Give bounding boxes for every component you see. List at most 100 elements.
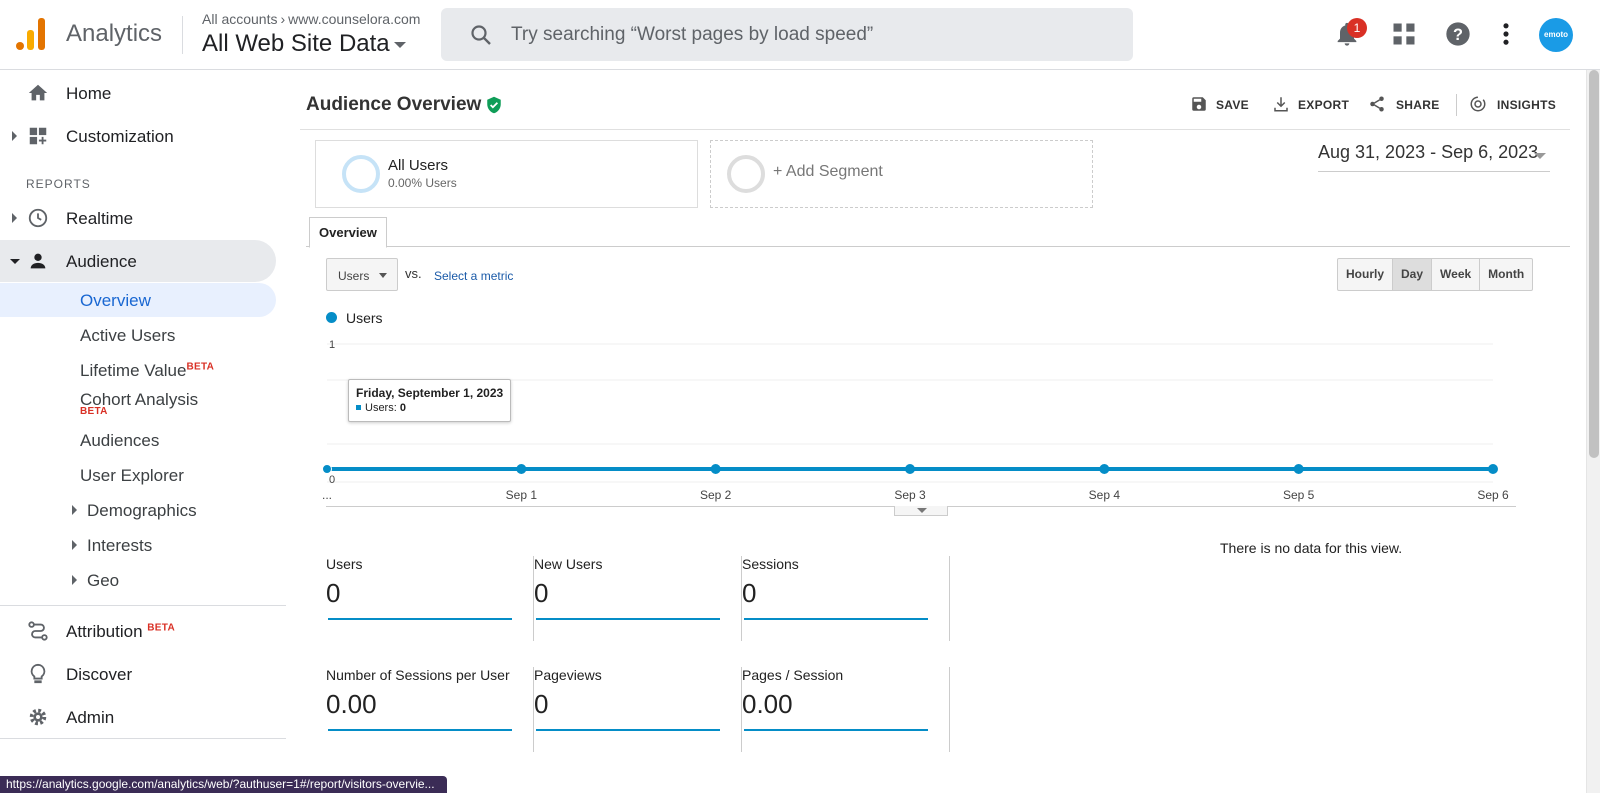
tab-bar: Overview	[306, 215, 1570, 248]
caret-down-icon	[379, 273, 387, 278]
sidebar-item-label: Geo	[87, 571, 120, 590]
search-input[interactable]	[511, 20, 1111, 50]
tooltip-swatch	[356, 405, 361, 410]
sidebar-item-user-explorer[interactable]: User Explorer	[0, 458, 276, 492]
more-vert-icon[interactable]	[1492, 20, 1520, 48]
granularity-hourly[interactable]: Hourly	[1338, 259, 1392, 290]
breadcrumb-all-accounts[interactable]: All accounts	[202, 11, 277, 27]
reports-section-label: REPORTS	[26, 177, 91, 191]
search-bar[interactable]	[441, 8, 1133, 61]
add-segment-label: + Add Segment	[773, 163, 883, 180]
legend-label: Users	[346, 310, 383, 326]
beta-badge: BETA	[147, 622, 175, 634]
expand-arrow-icon[interactable]	[72, 505, 77, 515]
sidebar-item-audiences[interactable]: Audiences	[0, 423, 276, 457]
date-range-picker[interactable]: Aug 31, 2023 - Sep 6, 2023	[1318, 142, 1550, 172]
person-icon	[30, 253, 46, 269]
segment-percentage: 0.00% Users	[388, 176, 457, 190]
sidebar-item-active-users[interactable]: Active Users	[0, 318, 276, 352]
scrollbar-thumb[interactable]	[1589, 70, 1599, 458]
chart-tooltip: Friday, September 1, 2023 Users: 0	[348, 379, 511, 422]
users-line-chart[interactable]: 1 0... Sep 1 Sep 2 Sep 3 Sep 4 Sep 5 Sep 6	[320, 332, 1530, 512]
kpi-card[interactable]: Sessions 0	[742, 556, 950, 641]
sidebar-item-demographics[interactable]: Demographics	[0, 493, 276, 527]
sidebar-item-discover[interactable]: Discover	[0, 653, 276, 695]
lightbulb-icon	[30, 663, 46, 684]
sidebar-item-geo[interactable]: Geo	[0, 563, 276, 597]
apps-grid-icon[interactable]	[1390, 20, 1418, 48]
y-tick-label: 0	[329, 474, 335, 486]
granularity-week[interactable]: Week	[1431, 259, 1479, 290]
kpi-card[interactable]: Users 0	[326, 556, 534, 641]
account-avatar[interactable]: emoto	[1539, 18, 1573, 52]
attribution-label: Attribution	[66, 622, 143, 641]
kpi-card[interactable]: New Users 0	[534, 556, 742, 641]
data-point	[1293, 464, 1304, 474]
sidebar-item-label: Discover	[66, 665, 133, 684]
sidebar-item-label: Audiences	[80, 431, 160, 450]
expand-arrow-icon[interactable]	[72, 540, 77, 550]
granularity-month[interactable]: Month	[1479, 259, 1532, 290]
sidebar-item-label: User Explorer	[80, 466, 184, 485]
sidebar-item-label: Audience	[66, 252, 137, 271]
sidebar-item-label: Attribution BETA	[66, 622, 175, 642]
sidebar-item-realtime[interactable]: Realtime	[0, 197, 276, 239]
insights-label: INSIGHTS	[1497, 98, 1557, 112]
insights-icon	[1470, 96, 1486, 112]
sidebar-item-audience[interactable]: Audience	[0, 240, 276, 282]
kpi-value: 0	[534, 689, 549, 719]
expand-arrow-icon[interactable]	[12, 131, 17, 141]
save-label: SAVE	[1216, 98, 1249, 112]
expand-arrow-icon[interactable]	[72, 575, 77, 585]
tab-overview[interactable]: Overview	[309, 217, 387, 248]
property-name: All Web Site Data	[202, 30, 390, 57]
sidebar-item-label: Admin	[66, 708, 115, 727]
kpi-card[interactable]: Pageviews 0	[534, 667, 742, 752]
data-point	[905, 464, 915, 474]
sidebar-item-interests[interactable]: Interests	[0, 528, 276, 562]
notification-badge: 1	[1347, 18, 1367, 38]
sidebar-item-attribution[interactable]: Attribution BETA	[0, 610, 276, 652]
sidebar-item-label: Customization	[66, 127, 174, 146]
chart-collapse-toggle[interactable]	[894, 506, 948, 516]
x-tick-label: Sep 6	[1477, 488, 1509, 502]
app-name[interactable]: Analytics	[66, 20, 162, 48]
sidebar-item-label: Demographics	[87, 501, 197, 520]
sidebar: Home Customization REPORTS Realtime Audi…	[0, 70, 286, 793]
gear-icon	[29, 708, 47, 726]
kpi-value: 0	[326, 578, 341, 608]
sidebar-item-customization[interactable]: Customization	[0, 115, 276, 157]
save-icon	[1192, 97, 1206, 111]
sidebar-item-overview[interactable]: Overview	[0, 283, 276, 317]
tooltip-series: Users:	[365, 402, 397, 414]
segment-all-users[interactable]: All Users 0.00% Users	[315, 140, 698, 208]
property-selector[interactable]: All Web Site Data	[202, 30, 406, 58]
granularity-day[interactable]: Day	[1392, 259, 1432, 290]
share-label: SHARE	[1396, 98, 1440, 112]
breadcrumb-site[interactable]: www.counselora.com	[288, 11, 420, 27]
kpi-value: 0.00	[326, 689, 377, 719]
sidebar-item-label: Lifetime ValueBETA	[80, 361, 214, 381]
kpi-sparkline	[328, 618, 512, 620]
collapse-arrow-icon[interactable]	[10, 259, 20, 264]
page-title: Audience Overview	[306, 94, 482, 115]
page-scrollbar[interactable]	[1586, 70, 1600, 793]
kpi-card[interactable]: Number of Sessions per User 0.00	[326, 667, 534, 752]
breadcrumb[interactable]: All accounts › www.counselora.com	[202, 11, 420, 27]
metric-dropdown[interactable]: Users	[326, 258, 398, 291]
kpi-label: New Users	[534, 556, 603, 572]
x-tick-label: Sep 1	[506, 488, 538, 502]
help-icon[interactable]: ?	[1444, 20, 1472, 48]
analytics-logo-icon[interactable]	[16, 18, 46, 50]
segment-ring-icon	[727, 155, 765, 193]
add-segment-button[interactable]: + Add Segment	[710, 140, 1093, 208]
search-icon	[471, 25, 491, 45]
sidebar-item-admin[interactable]: Admin	[0, 696, 276, 738]
sidebar-item-cohort-analysis[interactable]: Cohort Analysis BETA	[0, 382, 276, 417]
legend-swatch	[326, 312, 337, 323]
expand-arrow-icon[interactable]	[12, 213, 17, 223]
sidebar-item-home[interactable]: Home	[0, 72, 276, 114]
kpi-value: 0	[742, 578, 757, 608]
select-metric-link[interactable]: Select a metric	[434, 269, 513, 283]
kpi-card[interactable]: Pages / Session 0.00	[742, 667, 950, 752]
